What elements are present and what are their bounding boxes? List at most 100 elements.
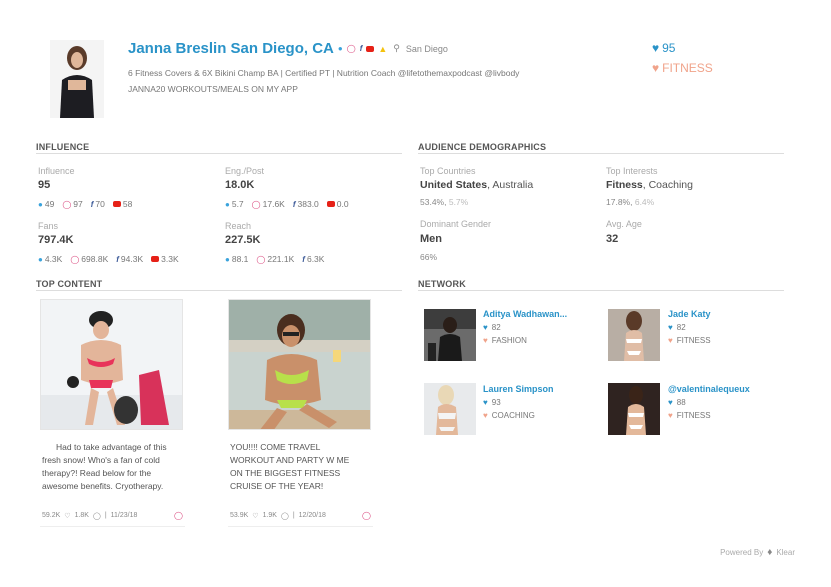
top-countries-label: Top Countries: [420, 166, 476, 176]
post-text: YOU!!!! COME TRAVEL WORKOUT AND PARTY W …: [230, 442, 350, 491]
twitter-icon: ●: [38, 254, 43, 264]
heart-icon: ♥: [668, 336, 673, 345]
profile-bio-line2: JANNA20 WORKOUTS/MEALS ON MY APP: [128, 84, 298, 94]
reach-label: Reach: [225, 221, 252, 231]
influence-value: 95: [38, 179, 51, 191]
network-section-title: NETWORK: [418, 279, 466, 289]
powered-by-label: Powered By: [720, 548, 764, 557]
powered-by: Powered By ♦ Klear: [720, 547, 795, 558]
profile-score: ♥ 95: [652, 41, 675, 55]
network-avatar[interactable]: [608, 309, 660, 361]
meta-separator: |: [104, 512, 107, 519]
network-score: ♥ 82: [668, 323, 686, 332]
facebook-icon: f: [292, 199, 296, 209]
avg-age-label: Avg. Age: [606, 219, 642, 229]
influence-breakdown: ● 49 ◯ 97 f 70 58: [38, 199, 133, 209]
profile-name[interactable]: Janna Breslin San Diego, CA: [128, 40, 334, 57]
network-name[interactable]: Jade Katy: [668, 309, 776, 319]
instagram-icon: ◯: [70, 254, 80, 264]
profile-location: San Diego: [405, 43, 448, 54]
network-topic: ♥ FASHION: [483, 336, 527, 345]
youtube-icon: [112, 201, 121, 207]
profile-score-value: 95: [662, 41, 676, 55]
audience-section-title: AUDIENCE DEMOGRAPHICS: [418, 142, 547, 152]
heart-icon: ♥: [668, 411, 673, 420]
dominant-gender-pct: 66%: [420, 252, 438, 262]
network-topic: ♥ FITNESS: [668, 411, 711, 420]
instagram-icon[interactable]: ◯: [347, 44, 356, 53]
youtube-icon: [326, 201, 335, 207]
heart-icon: ♥: [668, 323, 673, 332]
heart-outline-icon: ♡: [64, 512, 71, 520]
top-interests-value: Fitness, Coaching: [606, 179, 693, 191]
heart-outline-icon: ♡: [252, 512, 259, 520]
instagram-icon[interactable]: ◯: [362, 511, 371, 520]
heart-icon: ♥: [483, 398, 488, 407]
top-countries-value: United States, Australia: [420, 179, 534, 191]
fans-label: Fans: [38, 221, 59, 231]
dominant-gender-value: Men: [420, 233, 442, 245]
twitter-icon[interactable]: ●: [338, 44, 343, 53]
instagram-icon[interactable]: ◯: [174, 511, 183, 520]
reach-breakdown: ● 88.1 ◯ 221.1K f 6.3K: [225, 254, 325, 264]
comment-icon: ◯: [92, 512, 101, 520]
profile-bio-line1: 6 Fitness Covers & 6X Bikini Champ BA | …: [128, 68, 520, 78]
youtube-icon: [151, 256, 160, 262]
post-image[interactable]: [40, 299, 183, 430]
heart-icon: ♥: [652, 61, 660, 75]
heart-icon: ♥: [652, 41, 660, 55]
network-score: ♥ 88: [668, 398, 686, 407]
post-image[interactable]: [228, 299, 371, 430]
eng-post-value: 18.0K: [225, 179, 255, 191]
post-divider: [40, 526, 185, 527]
post-meta: 59.2K ♡ 1.8K ◯ | 11/23/18 ◯: [42, 511, 183, 520]
twitter-icon: ●: [38, 199, 43, 209]
instagram-icon: ◯: [251, 199, 261, 209]
post-meta: 53.9K ♡ 1.9K ◯ | 12/20/18 ◯: [230, 511, 371, 520]
twitter-icon: ●: [225, 199, 230, 209]
profile-name-row: Janna Breslin San Diego, CA ● ◯ f ▲ ⚲ Sa…: [128, 40, 448, 57]
comment-icon: ◯: [280, 512, 289, 520]
fans-breakdown: ● 4.3K ◯ 698.8K f 94.3K 3.3K: [38, 254, 179, 264]
meta-separator: |: [292, 512, 295, 519]
network-topic: ♥ FITNESS: [668, 336, 711, 345]
network-divider: [418, 290, 784, 291]
top-content-section-title: TOP CONTENT: [36, 279, 103, 289]
influence-divider: [36, 153, 402, 154]
top-interests-pct: 17.8%, 6.4%: [606, 197, 655, 207]
reach-value: 227.5K: [225, 234, 261, 246]
powered-by-brand[interactable]: Klear: [776, 548, 795, 557]
heart-icon: ♥: [668, 398, 673, 407]
instagram-icon: ◯: [256, 254, 266, 264]
dominant-gender-label: Dominant Gender: [420, 219, 492, 229]
facebook-icon: f: [302, 254, 305, 264]
snapchat-icon[interactable]: ▲: [378, 44, 387, 54]
network-name[interactable]: Lauren Simpson: [483, 384, 591, 394]
heart-icon: ♥: [483, 336, 488, 345]
location-pin-icon: ⚲: [393, 43, 400, 53]
top-content-divider: [36, 290, 402, 291]
influence-section-title: INFLUENCE: [36, 142, 90, 152]
eng-post-label: Eng./Post: [225, 166, 265, 176]
network-name[interactable]: Aditya Wadhawan...: [483, 309, 591, 319]
eng-post-breakdown: ● 5.7 ◯ 17.6K f 383.0 0.0: [225, 199, 349, 209]
post-text: Had to take advantage of this fresh snow…: [42, 442, 167, 491]
twitter-icon: ●: [225, 254, 230, 264]
instagram-icon: ◯: [62, 199, 72, 209]
network-avatar[interactable]: [424, 383, 476, 435]
network-avatar[interactable]: [608, 383, 660, 435]
network-score: ♥ 93: [483, 398, 501, 407]
fans-value: 797.4K: [38, 234, 74, 246]
youtube-icon[interactable]: [366, 45, 375, 52]
post-divider: [228, 526, 373, 527]
facebook-icon: f: [116, 254, 119, 264]
top-interests-label: Top Interests: [606, 166, 658, 176]
network-avatar[interactable]: [424, 309, 476, 361]
facebook-icon[interactable]: f: [360, 44, 363, 53]
influence-label: Influence: [38, 166, 75, 176]
facebook-icon: f: [90, 199, 94, 209]
network-topic: ♥ COACHING: [483, 411, 535, 420]
network-name[interactable]: @valentinalequeux: [668, 384, 776, 394]
top-countries-pct: 53.4%, 5.7%: [420, 197, 469, 207]
profile-avatar: [50, 40, 104, 118]
